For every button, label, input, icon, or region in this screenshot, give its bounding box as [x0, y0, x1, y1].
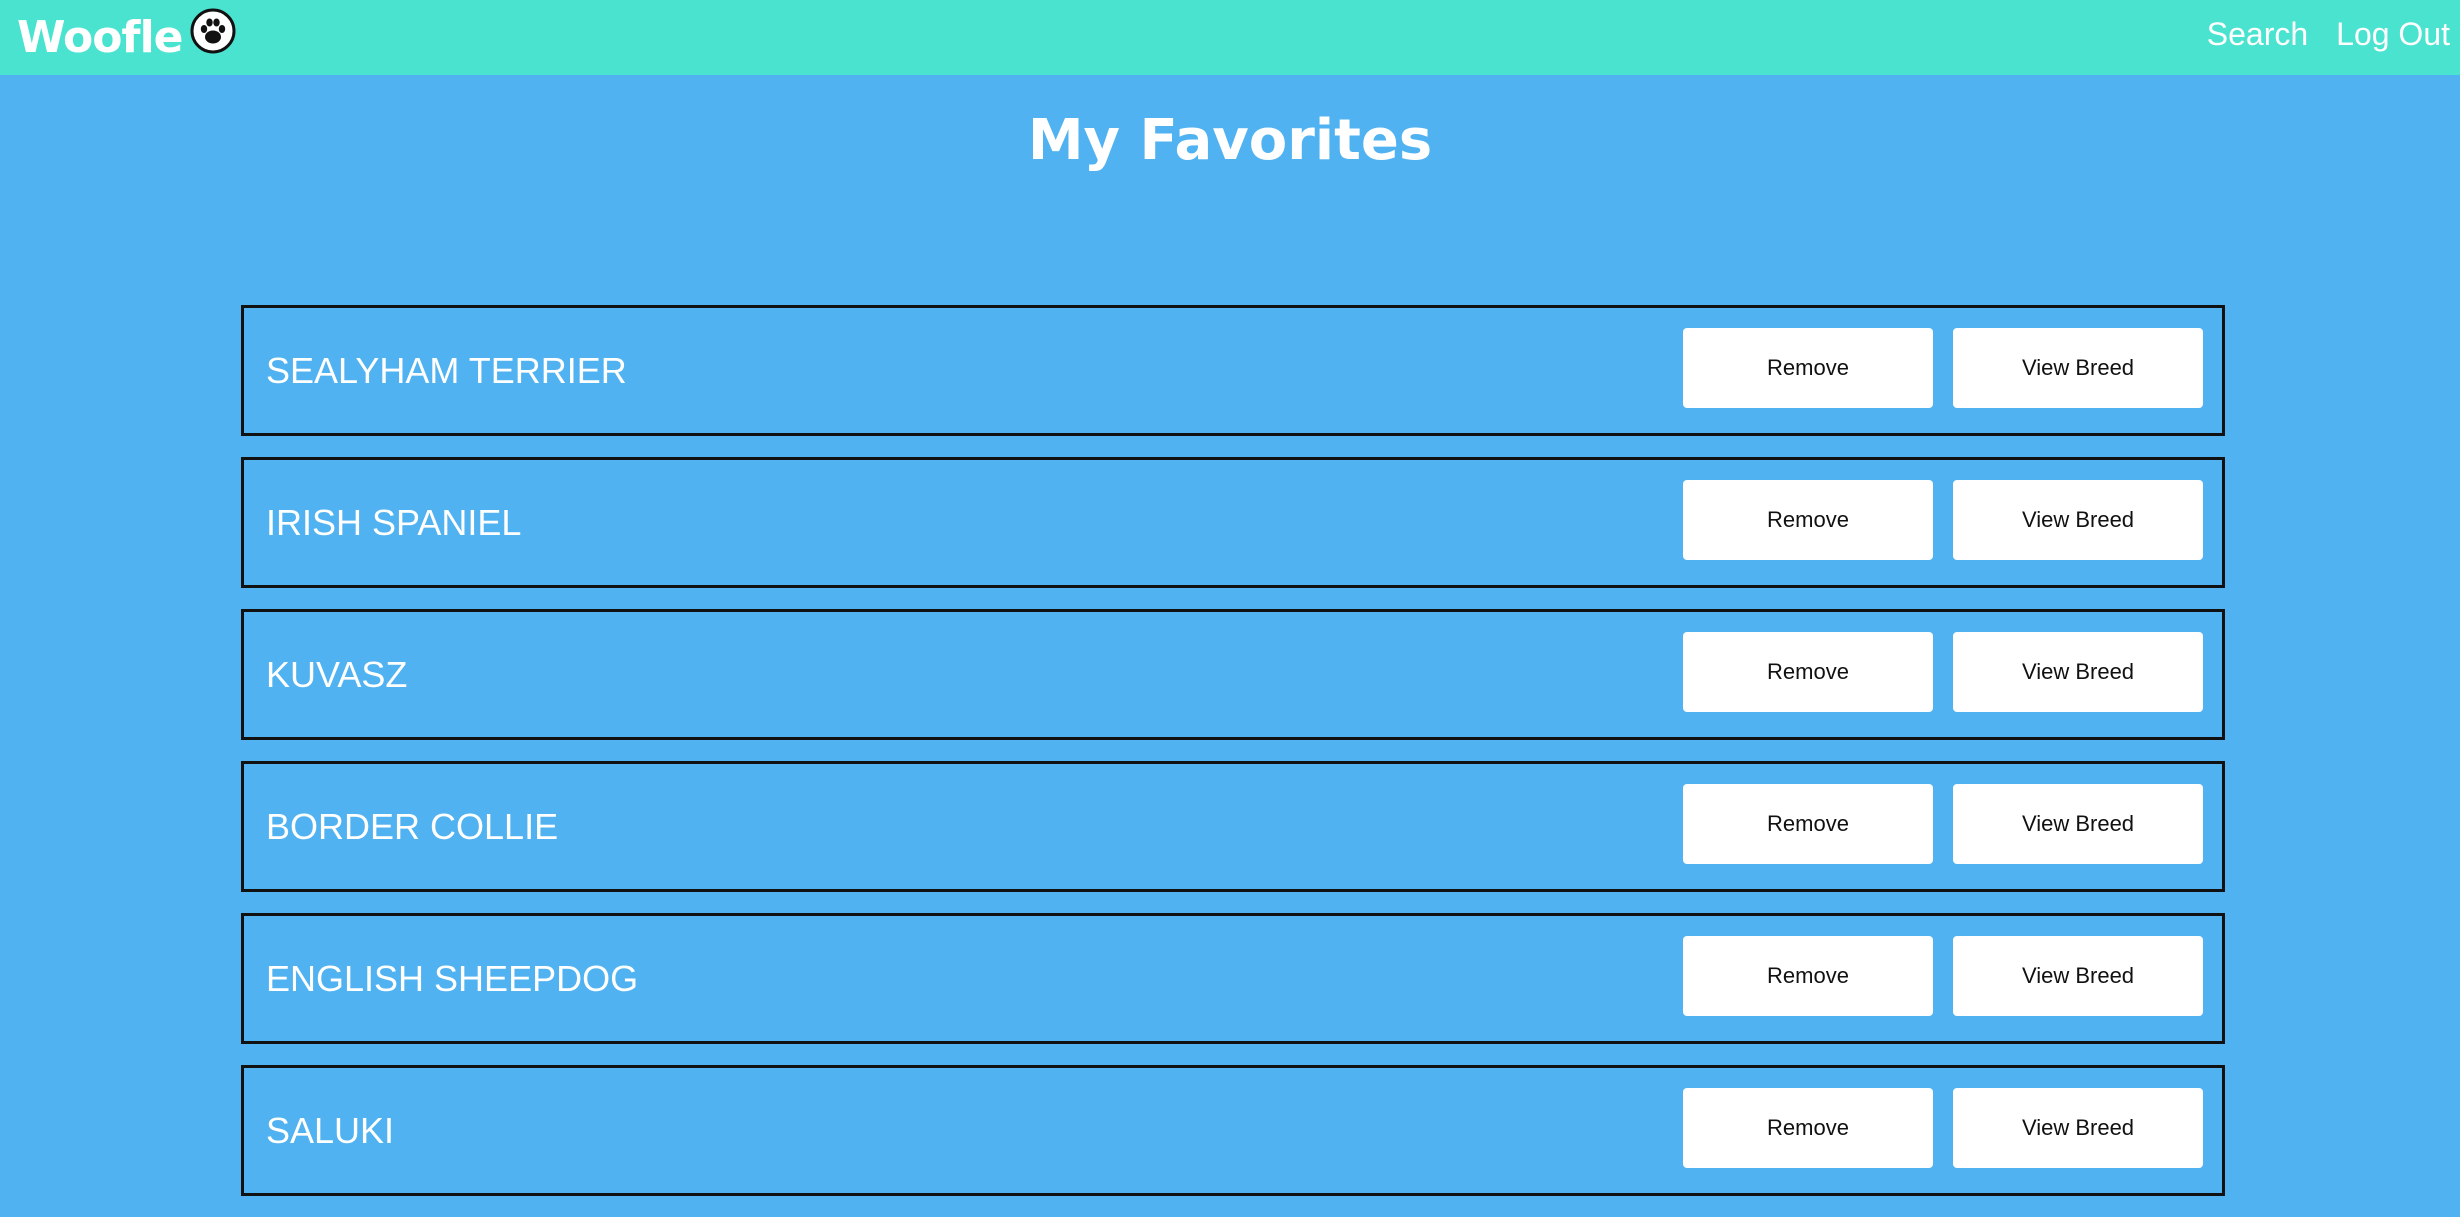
- breed-name: BORDER COLLIE: [266, 805, 559, 847]
- view-breed-button[interactable]: View Breed: [1953, 632, 2203, 712]
- favorite-row: ENGLISH SHEEPDOG Remove View Breed: [241, 913, 2225, 1044]
- view-breed-button[interactable]: View Breed: [1953, 784, 2203, 864]
- favorites-list: SEALYHAM TERRIER Remove View Breed IRISH…: [241, 305, 2225, 1217]
- favorite-row: KUVASZ Remove View Breed: [241, 609, 2225, 740]
- breed-name: KUVASZ: [266, 653, 408, 695]
- view-breed-button[interactable]: View Breed: [1953, 480, 2203, 560]
- view-breed-button[interactable]: View Breed: [1953, 1088, 2203, 1168]
- nav-links: Search Log Out: [2179, 0, 2450, 68]
- brand-logo[interactable]: Woofle: [17, 4, 237, 70]
- remove-button[interactable]: Remove: [1683, 328, 1933, 408]
- remove-button[interactable]: Remove: [1683, 936, 1933, 1016]
- nav-search-link[interactable]: Search: [2207, 16, 2308, 53]
- page-title: My Favorites: [1027, 108, 1433, 173]
- navbar: Woofle Search Log Out: [0, 0, 2460, 75]
- remove-button[interactable]: Remove: [1683, 632, 1933, 712]
- favorite-row: SEALYHAM TERRIER Remove View Breed: [241, 305, 2225, 436]
- remove-button[interactable]: Remove: [1683, 1088, 1933, 1168]
- favorite-row: SALUKI Remove View Breed: [241, 1065, 2225, 1196]
- breed-name: IRISH SPANIEL: [266, 501, 522, 543]
- paw-icon: [189, 7, 237, 55]
- breed-name: SALUKI: [266, 1109, 395, 1151]
- favorite-row: IRISH SPANIEL Remove View Breed: [241, 457, 2225, 588]
- view-breed-button[interactable]: View Breed: [1953, 936, 2203, 1016]
- remove-button[interactable]: Remove: [1683, 480, 1933, 560]
- remove-button[interactable]: Remove: [1683, 784, 1933, 864]
- breed-name: SEALYHAM TERRIER: [266, 349, 627, 391]
- breed-name: ENGLISH SHEEPDOG: [266, 957, 639, 999]
- brand-name: Woofle: [17, 11, 183, 63]
- favorite-row: BORDER COLLIE Remove View Breed: [241, 761, 2225, 892]
- nav-logout-link[interactable]: Log Out: [2336, 16, 2450, 53]
- view-breed-button[interactable]: View Breed: [1953, 328, 2203, 408]
